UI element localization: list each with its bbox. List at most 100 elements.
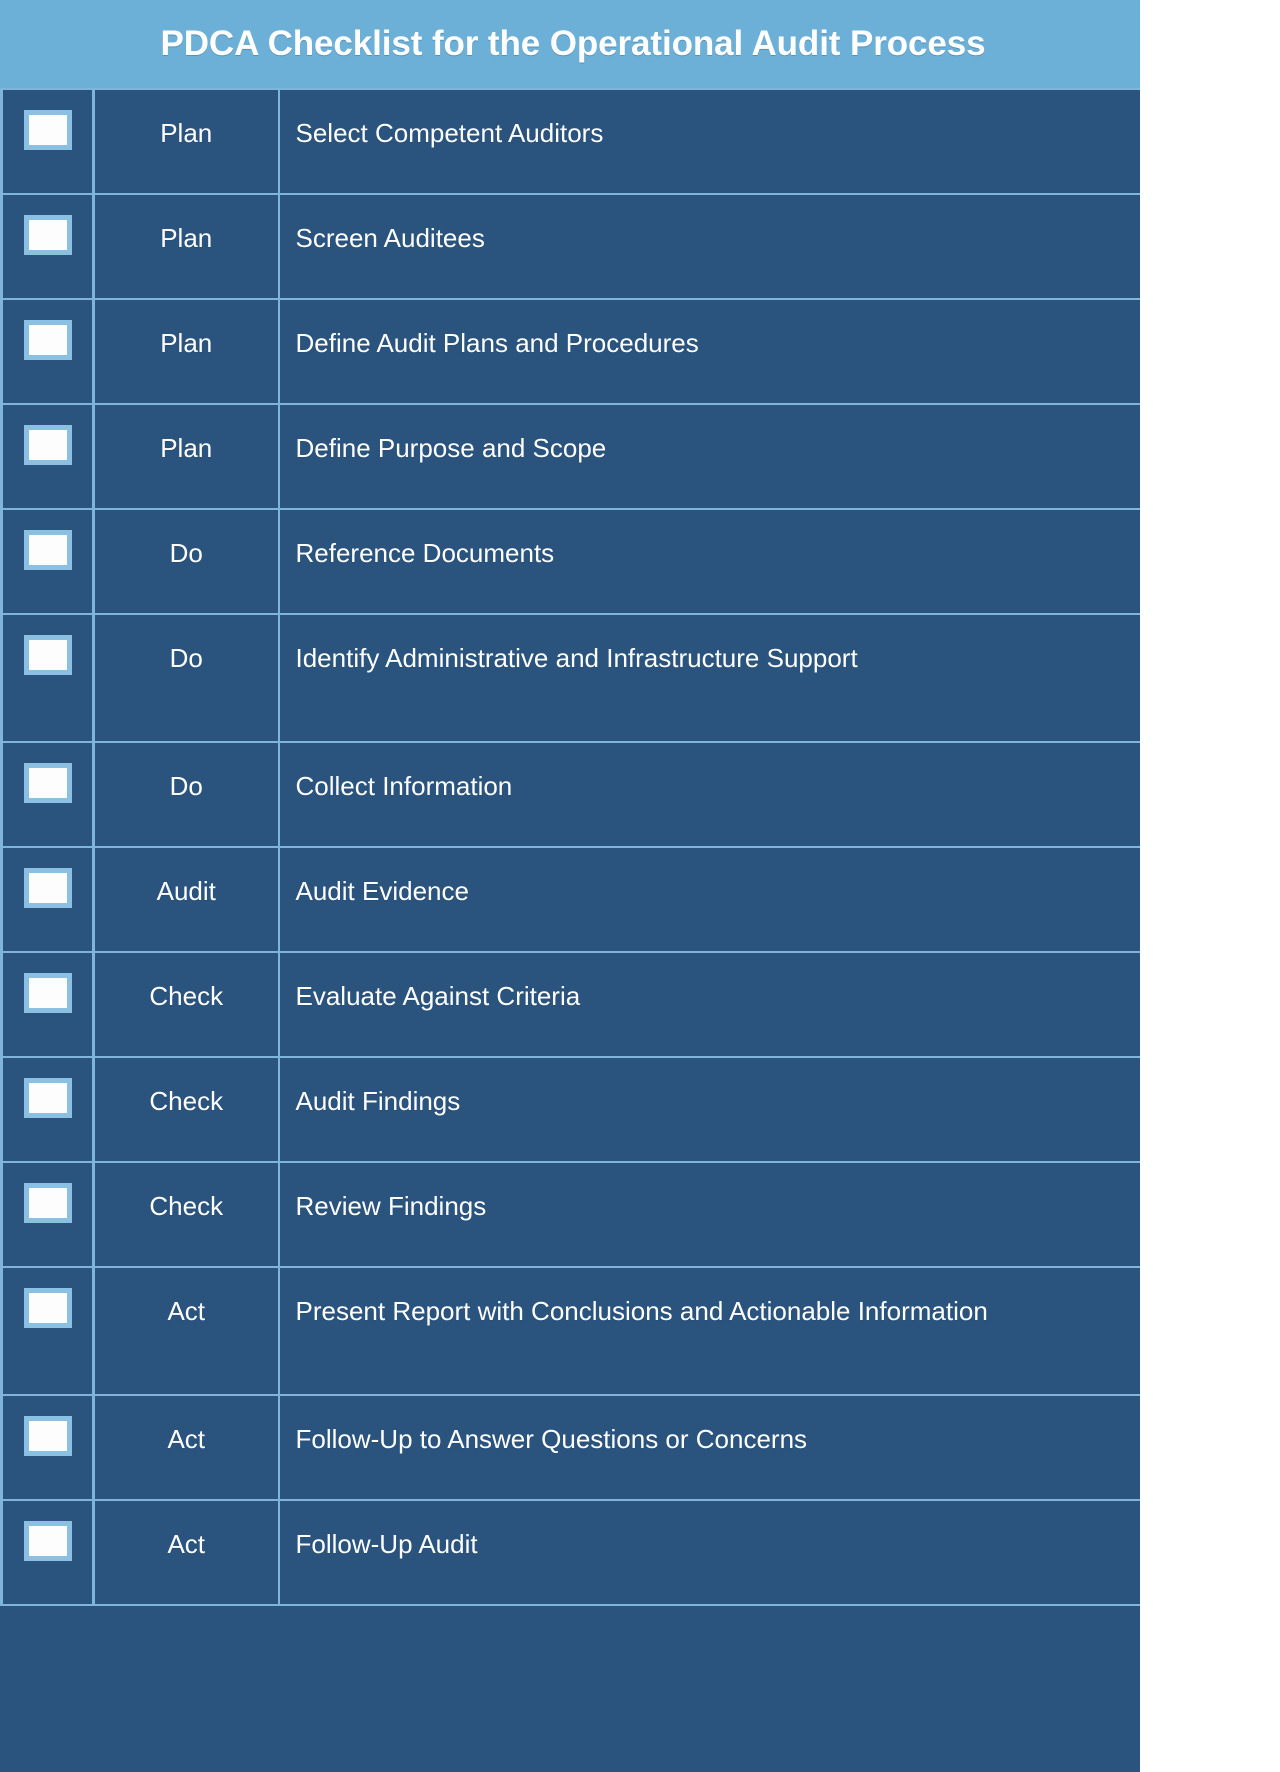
checkbox-wrapper bbox=[3, 1268, 92, 1328]
task-label: Define Purpose and Scope bbox=[295, 433, 607, 463]
task-checkbox[interactable] bbox=[23, 530, 72, 570]
phase-label: Do bbox=[169, 538, 203, 568]
task-checkbox[interactable] bbox=[23, 635, 72, 675]
table-row: Audit Audit Evidence bbox=[1, 846, 1140, 952]
table-row: Do Reference Documents bbox=[1, 508, 1140, 614]
task-cell: Reference Documents bbox=[278, 508, 1140, 614]
phase-label: Plan bbox=[160, 433, 213, 463]
phase-label: Act bbox=[167, 1529, 206, 1559]
checkbox-wrapper bbox=[3, 848, 92, 908]
phase-cell: Do bbox=[93, 741, 280, 847]
table-row: Plan Define Purpose and Scope bbox=[1, 403, 1140, 509]
phase-label: Check bbox=[149, 1086, 224, 1116]
checklist-body: Plan Select Competent Auditors Plan Screen … bbox=[1, 88, 1140, 1606]
phase-label: Check bbox=[149, 981, 224, 1011]
phase-label: Check bbox=[149, 1191, 224, 1221]
phase-cell: Do bbox=[93, 508, 280, 614]
phase-cell: Act bbox=[93, 1499, 280, 1606]
task-cell: Evaluate Against Criteria bbox=[278, 951, 1140, 1057]
task-checkbox[interactable] bbox=[23, 110, 72, 150]
task-cell: Collect Information bbox=[278, 741, 1140, 847]
table-row: Act Follow-Up Audit bbox=[1, 1499, 1140, 1606]
table-row: Check Audit Findings bbox=[1, 1056, 1140, 1162]
title-bar: PDCA Checklist for the Operational Audit… bbox=[0, 0, 1140, 88]
phase-cell: Plan bbox=[93, 88, 280, 194]
checkbox-cell[interactable] bbox=[1, 1056, 95, 1162]
task-label: Follow-Up Audit bbox=[295, 1529, 478, 1559]
task-cell: Define Audit Plans and Procedures bbox=[278, 298, 1140, 404]
phase-label: Do bbox=[169, 643, 203, 673]
task-label: Select Competent Auditors bbox=[295, 118, 604, 148]
phase-label: Plan bbox=[160, 118, 213, 148]
table-row: Plan Define Audit Plans and Procedures bbox=[1, 298, 1140, 404]
phase-label: Act bbox=[167, 1296, 206, 1326]
task-label: Audit Evidence bbox=[295, 876, 469, 906]
task-cell: Follow-Up Audit bbox=[278, 1499, 1140, 1606]
checkbox-wrapper bbox=[3, 615, 92, 675]
task-checkbox[interactable] bbox=[23, 868, 72, 908]
checkbox-wrapper bbox=[3, 300, 92, 360]
task-checkbox[interactable] bbox=[23, 320, 72, 360]
checklist-table: Plan Select Competent Auditors Plan Screen … bbox=[0, 88, 1140, 1606]
checkbox-wrapper bbox=[3, 90, 92, 150]
task-checkbox[interactable] bbox=[23, 1183, 72, 1223]
phase-cell: Check bbox=[93, 951, 280, 1057]
task-checkbox[interactable] bbox=[23, 973, 72, 1013]
checkbox-cell[interactable] bbox=[1, 1499, 95, 1606]
phase-label: Act bbox=[167, 1424, 206, 1454]
table-row: Check Review Findings bbox=[1, 1161, 1140, 1267]
checkbox-cell[interactable] bbox=[1, 846, 95, 952]
checkbox-wrapper bbox=[3, 195, 92, 255]
checkbox-cell[interactable] bbox=[1, 403, 95, 509]
checkbox-cell[interactable] bbox=[1, 951, 95, 1057]
task-cell: Define Purpose and Scope bbox=[278, 403, 1140, 509]
page-title: PDCA Checklist for the Operational Audit… bbox=[160, 24, 986, 63]
checkbox-cell[interactable] bbox=[1, 613, 95, 742]
checkbox-wrapper bbox=[3, 510, 92, 570]
phase-cell: Act bbox=[93, 1394, 280, 1500]
task-label: Present Report with Conclusions and Acti… bbox=[295, 1296, 988, 1326]
checkbox-cell[interactable] bbox=[1, 193, 95, 299]
task-cell: Follow-Up to Answer Questions or Concern… bbox=[278, 1394, 1140, 1500]
phase-label: Plan bbox=[160, 223, 213, 253]
checkbox-wrapper bbox=[3, 405, 92, 465]
pdca-checklist-sheet: PDCA Checklist for the Operational Audit… bbox=[0, 0, 1140, 1772]
task-label: Collect Information bbox=[295, 771, 513, 801]
checkbox-wrapper bbox=[3, 1163, 92, 1223]
task-checkbox[interactable] bbox=[23, 425, 72, 465]
task-label: Screen Auditees bbox=[295, 223, 485, 253]
table-row: Do Collect Information bbox=[1, 741, 1140, 847]
checkbox-cell[interactable] bbox=[1, 298, 95, 404]
checkbox-cell[interactable] bbox=[1, 1394, 95, 1500]
checkbox-wrapper bbox=[3, 1058, 92, 1118]
task-label: Follow-Up to Answer Questions or Concern… bbox=[295, 1424, 808, 1454]
task-cell: Audit Evidence bbox=[278, 846, 1140, 952]
task-label: Audit Findings bbox=[295, 1086, 461, 1116]
task-checkbox[interactable] bbox=[23, 215, 72, 255]
phase-label: Audit bbox=[156, 876, 216, 906]
checkbox-cell[interactable] bbox=[1, 508, 95, 614]
task-label: Review Findings bbox=[295, 1191, 487, 1221]
task-checkbox[interactable] bbox=[23, 1288, 72, 1328]
task-cell: Screen Auditees bbox=[278, 193, 1140, 299]
table-row: Do Identify Administrative and Infrastruc… bbox=[1, 613, 1140, 742]
task-cell: Identify Administrative and Infrastructu… bbox=[278, 613, 1140, 742]
task-checkbox[interactable] bbox=[23, 763, 72, 803]
checkbox-cell[interactable] bbox=[1, 88, 95, 194]
task-checkbox[interactable] bbox=[23, 1416, 72, 1456]
phase-label: Do bbox=[169, 771, 203, 801]
checkbox-cell[interactable] bbox=[1, 1266, 95, 1395]
table-row: Act Follow-Up to Answer Questions or Conc… bbox=[1, 1394, 1140, 1500]
phase-cell: Plan bbox=[93, 193, 280, 299]
task-checkbox[interactable] bbox=[23, 1521, 72, 1561]
table-row: Check Evaluate Against Criteria bbox=[1, 951, 1140, 1057]
task-cell: Select Competent Auditors bbox=[278, 88, 1140, 194]
phase-cell: Plan bbox=[93, 403, 280, 509]
task-label: Identify Administrative and Infrastructu… bbox=[295, 643, 858, 673]
checkbox-cell[interactable] bbox=[1, 1161, 95, 1267]
checkbox-cell[interactable] bbox=[1, 741, 95, 847]
task-checkbox[interactable] bbox=[23, 1078, 72, 1118]
task-label: Evaluate Against Criteria bbox=[295, 981, 581, 1011]
checkbox-wrapper bbox=[3, 743, 92, 803]
checkbox-wrapper bbox=[3, 953, 92, 1013]
